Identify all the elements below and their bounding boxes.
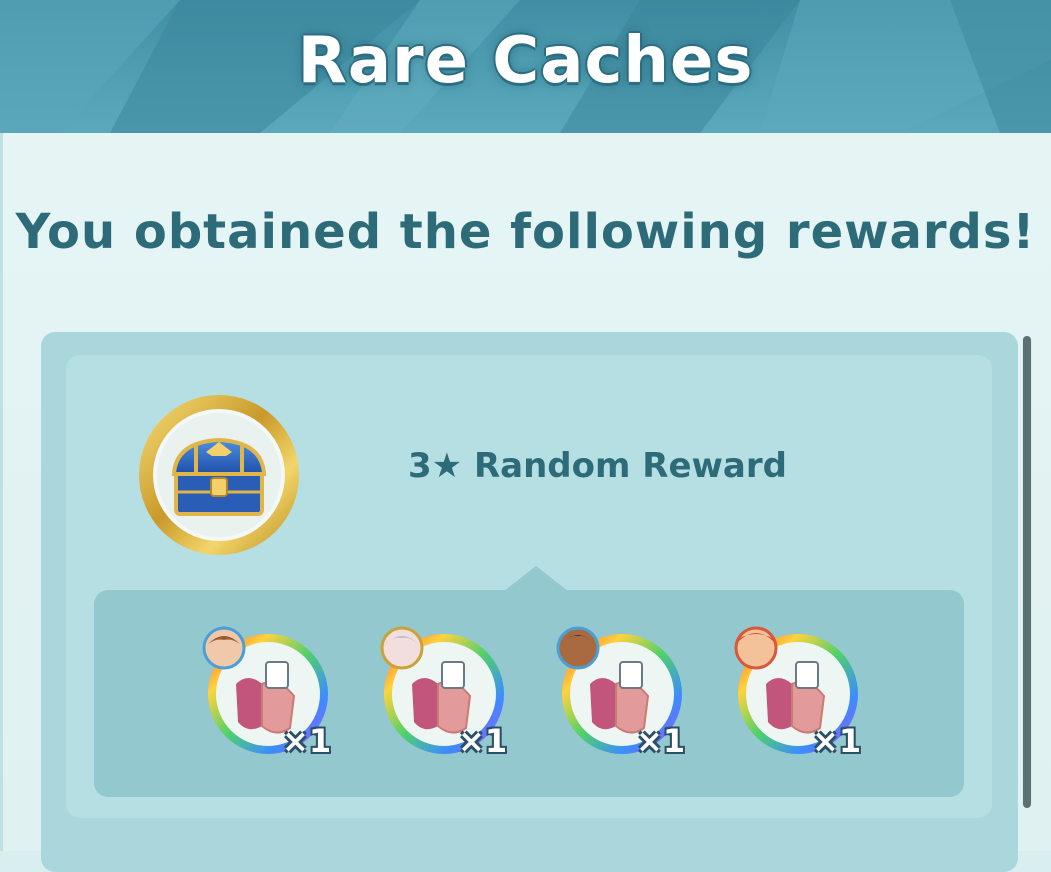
reward-item[interactable]: ×1 bbox=[372, 622, 512, 762]
tray-pointer bbox=[504, 566, 568, 591]
item-quantity: ×1 bbox=[812, 722, 862, 760]
item-quantity: ×1 bbox=[458, 722, 508, 760]
rewards-message: You obtained the following rewards! bbox=[15, 204, 1036, 260]
item-quantity: ×1 bbox=[636, 722, 686, 760]
reward-item[interactable]: ×1 bbox=[550, 622, 690, 762]
page-title: Rare Caches bbox=[297, 24, 754, 98]
reward-item[interactable]: ×1 bbox=[196, 622, 336, 762]
treasure-chest-icon bbox=[136, 392, 302, 558]
item-quantity: ×1 bbox=[282, 722, 332, 760]
scrollbar-thumb[interactable] bbox=[1023, 336, 1031, 808]
reward-item[interactable]: ×1 bbox=[726, 622, 866, 762]
title-banner: Rare Caches bbox=[0, 0, 1051, 133]
reward-label: 3★ Random Reward bbox=[408, 446, 787, 486]
